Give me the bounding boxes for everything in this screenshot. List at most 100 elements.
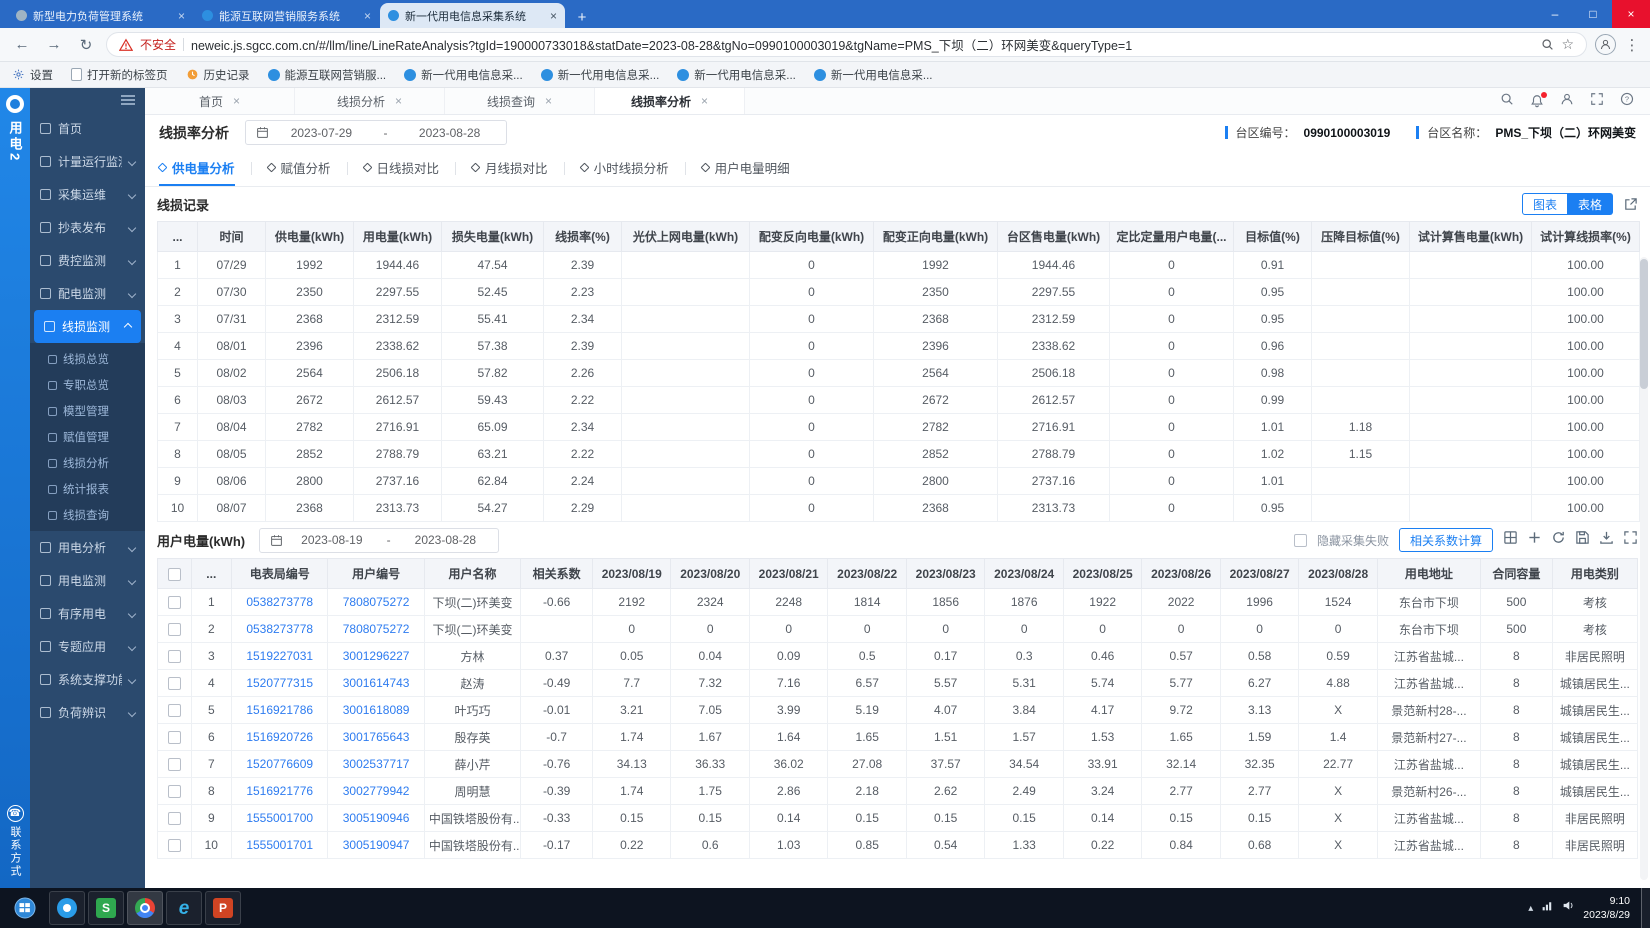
tab-close-icon[interactable]: × xyxy=(701,94,708,108)
submenu-item-statistics-report[interactable]: 统计报表 xyxy=(30,476,145,502)
forward-button[interactable]: → xyxy=(42,36,66,53)
tray-expand-icon[interactable]: ▴ xyxy=(1528,903,1533,914)
row-checkbox[interactable] xyxy=(168,623,181,636)
link-cell[interactable]: 3005190946 xyxy=(328,805,424,832)
row-checkbox[interactable] xyxy=(168,731,181,744)
user-energy-date-picker[interactable]: 2023-08-19 - 2023-08-28 xyxy=(259,528,499,553)
scrollbar-thumb[interactable] xyxy=(1640,259,1648,389)
tab-close-icon[interactable]: × xyxy=(233,94,240,108)
taskbar-app-powerpoint[interactable]: P xyxy=(205,891,241,925)
sidebar-item-distribution-monitor[interactable]: 配电监测 xyxy=(30,277,145,310)
bookmark-site-1[interactable]: 能源互联网营销服... xyxy=(268,67,387,83)
browser-tab-1[interactable]: 新型电力负荷管理系统 × xyxy=(8,3,193,28)
address-bar[interactable]: 不安全 neweic.js.sgcc.com.cn/#/llm/line/Lin… xyxy=(106,32,1587,57)
show-desktop-button[interactable] xyxy=(1641,888,1650,928)
link-cell[interactable]: 1520777315 xyxy=(231,670,327,697)
sidebar-item-usage-analysis[interactable]: 用电分析 xyxy=(30,531,145,564)
link-cell[interactable]: 3001618089 xyxy=(328,697,424,724)
user-icon[interactable] xyxy=(1560,92,1574,111)
refresh-icon[interactable] xyxy=(1551,530,1566,550)
download-icon[interactable] xyxy=(1599,530,1614,550)
link-cell[interactable]: 1555001701 xyxy=(231,832,327,859)
taskbar-app-messenger[interactable] xyxy=(49,891,85,925)
sidebar-collapse-icon[interactable] xyxy=(121,95,135,105)
correlation-calc-button[interactable]: 相关系数计算 xyxy=(1399,528,1493,552)
subtab-assignment-analysis[interactable]: 赋值分析 xyxy=(268,150,331,186)
link-cell[interactable]: 3002779942 xyxy=(328,778,424,805)
start-button[interactable] xyxy=(4,897,46,919)
submenu-item-assignment-management[interactable]: 赋值管理 xyxy=(30,424,145,450)
subtab-supply-analysis[interactable]: 供电量分析 xyxy=(159,150,235,186)
tab-close-icon[interactable]: × xyxy=(550,9,557,23)
sidebar-item-line-loss-monitor[interactable]: 线损监测 xyxy=(34,310,141,343)
date-range-picker[interactable]: 2023-07-29 - 2023-08-28 xyxy=(245,120,507,145)
close-window-button[interactable]: × xyxy=(1612,0,1650,28)
sidebar-item-system-support[interactable]: 系统支撑功能 xyxy=(30,663,145,696)
sidebar-item-load-identification[interactable]: 负荷辨识 xyxy=(30,696,145,729)
sidebar-item-usage-monitor[interactable]: 用电监测 xyxy=(30,564,145,597)
help-icon[interactable]: ? xyxy=(1620,92,1634,111)
bookmark-settings[interactable]: 设置 xyxy=(12,67,53,83)
bookmark-site-5[interactable]: 新一代用电信息采... xyxy=(814,67,933,83)
row-checkbox[interactable] xyxy=(168,596,181,609)
tab-close-icon[interactable]: × xyxy=(545,94,552,108)
row-checkbox[interactable] xyxy=(168,677,181,690)
row-checkbox[interactable] xyxy=(168,758,181,771)
maximize-button[interactable]: □ xyxy=(1574,0,1612,28)
select-all-checkbox[interactable] xyxy=(168,568,181,581)
link-cell[interactable]: 3001614743 xyxy=(328,670,424,697)
export-icon[interactable] xyxy=(1623,197,1638,212)
bookmark-site-2[interactable]: 新一代用电信息采... xyxy=(404,67,523,83)
network-icon[interactable] xyxy=(1541,899,1554,917)
bookmark-history[interactable]: 历史记录 xyxy=(186,67,250,83)
row-checkbox[interactable] xyxy=(168,812,181,825)
add-icon[interactable] xyxy=(1527,530,1542,550)
taskbar-app-s[interactable]: S xyxy=(88,891,124,925)
browser-menu-icon[interactable]: ⋮ xyxy=(1624,36,1640,54)
fullscreen-icon[interactable] xyxy=(1623,530,1638,550)
contact-info[interactable]: ☎ 联系方式 xyxy=(7,805,24,878)
browser-tab-active[interactable]: 新一代用电信息采集系统 × xyxy=(380,3,565,28)
link-cell[interactable]: 3005190947 xyxy=(328,832,424,859)
link-cell[interactable]: 3001765643 xyxy=(328,724,424,751)
tab-close-icon[interactable]: × xyxy=(178,9,185,23)
bookmark-site-4[interactable]: 新一代用电信息采... xyxy=(677,67,796,83)
link-cell[interactable]: 3002537717 xyxy=(328,751,424,778)
zoom-icon[interactable] xyxy=(1541,38,1554,51)
workspace-tab-loss-rate-analysis[interactable]: 线损率分析× xyxy=(595,88,745,114)
grid-layout-icon[interactable] xyxy=(1503,530,1518,550)
tab-close-icon[interactable]: × xyxy=(364,9,371,23)
sidebar-item-metering-monitor[interactable]: 计量运行监测 xyxy=(30,145,145,178)
chart-view-button[interactable]: 图表 xyxy=(1522,193,1568,215)
link-cell[interactable]: 1516921776 xyxy=(231,778,327,805)
new-tab-button[interactable]: + xyxy=(570,6,594,28)
submenu-item-loss-analysis[interactable]: 线损分析 xyxy=(30,450,145,476)
vertical-scrollbar[interactable] xyxy=(1640,257,1648,880)
subtab-user-energy-detail[interactable]: 用户电量明细 xyxy=(702,150,790,186)
sidebar-item-orderly-usage[interactable]: 有序用电 xyxy=(30,597,145,630)
row-checkbox[interactable] xyxy=(168,839,181,852)
sidebar-item-home[interactable]: 首页 xyxy=(30,112,145,145)
bookmark-newtab[interactable]: 打开新的标签页 xyxy=(71,67,168,83)
sidebar-item-collection-ops[interactable]: 采集运维 xyxy=(30,178,145,211)
hide-failed-checkbox[interactable] xyxy=(1294,534,1307,547)
row-checkbox[interactable] xyxy=(168,650,181,663)
sidebar-item-meter-reading[interactable]: 抄表发布 xyxy=(30,211,145,244)
bookmark-star-icon[interactable]: ☆ xyxy=(1561,36,1574,53)
system-clock[interactable]: 9:10 2023/8/29 xyxy=(1583,894,1630,922)
link-cell[interactable]: 1516920726 xyxy=(231,724,327,751)
link-cell[interactable]: 1516921786 xyxy=(231,697,327,724)
link-cell[interactable]: 7808075272 xyxy=(328,589,424,616)
submenu-item-model-management[interactable]: 模型管理 xyxy=(30,398,145,424)
row-checkbox[interactable] xyxy=(168,704,181,717)
submenu-item-loss-overview[interactable]: 线损总览 xyxy=(30,346,145,372)
submenu-item-loss-query[interactable]: 线损查询 xyxy=(30,502,145,528)
submenu-item-specialist-overview[interactable]: 专职总览 xyxy=(30,372,145,398)
notification-bell-icon[interactable] xyxy=(1530,94,1544,108)
link-cell[interactable]: 0538273778 xyxy=(231,616,327,643)
link-cell[interactable]: 7808075272 xyxy=(328,616,424,643)
sidebar-item-special-apps[interactable]: 专题应用 xyxy=(30,630,145,663)
subtab-daily-loss-compare[interactable]: 日线损对比 xyxy=(364,150,440,186)
table-view-button[interactable]: 表格 xyxy=(1568,193,1613,215)
link-cell[interactable]: 1555001700 xyxy=(231,805,327,832)
